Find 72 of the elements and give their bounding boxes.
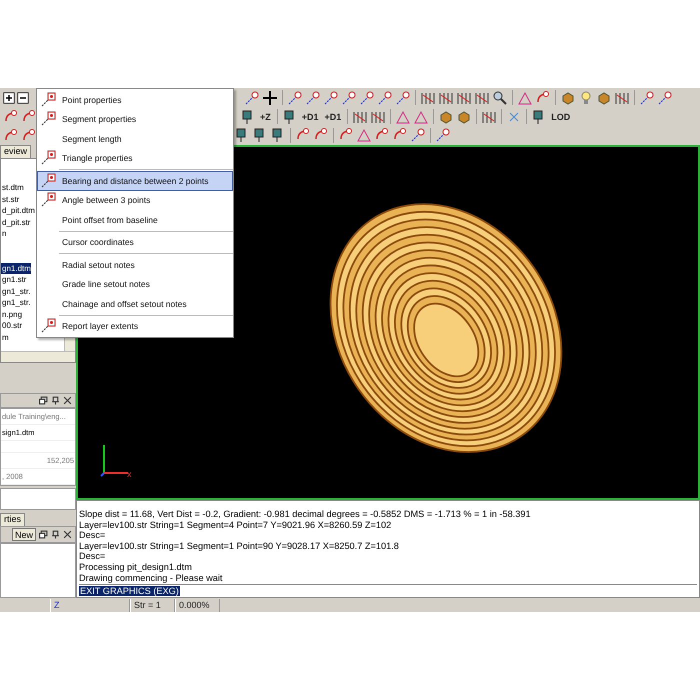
triangle-icon[interactable]: [395, 108, 412, 124]
menu-item[interactable]: Triangle properties: [37, 148, 233, 168]
console-line: Processing pit_design1.dtm: [79, 562, 193, 573]
file-item[interactable]: gn1.str: [1, 274, 26, 286]
file-item[interactable]: d_pit.dtm: [1, 205, 35, 216]
close-icon[interactable]: [63, 396, 72, 405]
line-node-icon[interactable]: [359, 90, 375, 106]
menu-item[interactable]: Radial setout notes: [37, 255, 233, 274]
line-node-icon[interactable]: [377, 90, 393, 106]
file-item[interactable]: d_pit.str: [1, 216, 30, 228]
node-icon: [40, 318, 56, 334]
menu-item[interactable]: Cursor coordinates: [37, 232, 233, 252]
line-node-icon[interactable]: [410, 127, 426, 144]
zoom-in-icon[interactable]: [3, 92, 15, 104]
search-icon[interactable]: [492, 90, 508, 106]
new-button[interactable]: New: [12, 528, 36, 541]
node-icon: [40, 172, 56, 189]
menu-item[interactable]: Chainage and offset setout notes: [37, 294, 233, 314]
toolbar-label[interactable]: LOD: [549, 112, 572, 122]
menu-item[interactable]: Point properties: [37, 90, 233, 110]
line-node-icon[interactable]: [287, 90, 303, 106]
node-icon: [40, 192, 56, 208]
file-item[interactable]: st.dtm: [1, 182, 24, 194]
menu-item[interactable]: Angle between 3 points: [37, 190, 233, 210]
file-item[interactable]: st.str: [1, 194, 20, 205]
menu-item[interactable]: Report layer extents: [37, 316, 233, 336]
restore-icon[interactable]: [39, 396, 48, 405]
menu-item[interactable]: Grade line setout notes: [37, 274, 233, 294]
panel-tab[interactable]: eview: [0, 145, 32, 158]
console-line: Layer=lev100.str String=1 Segment=4 Point=7 Y=9021.96 X=8260.59 Z=102: [79, 520, 392, 530]
line-node-icon[interactable]: [657, 90, 673, 106]
command-field[interactable]: EXIT GRAPHICS (EXG): [79, 584, 697, 597]
line-node-icon[interactable]: [435, 127, 451, 144]
node-icon: [40, 111, 56, 128]
console-line: Desc=: [79, 530, 106, 541]
console-line: Layer=lev100.str String=1 Segment=1 Point=90 Y=9028.17 X=8250.7 Z=101.8: [79, 540, 400, 552]
file-item[interactable]: 00.str: [1, 320, 22, 332]
restore-icon[interactable]: [39, 530, 48, 539]
line-node-icon[interactable]: [341, 90, 357, 106]
axis-triad-icon: [100, 443, 130, 477]
menu-item[interactable]: Point offset from baseline: [37, 210, 233, 230]
file-item[interactable]: gn1.dtm: [1, 262, 31, 274]
menu-item[interactable]: Segment length: [37, 129, 233, 148]
file-item[interactable]: n: [1, 228, 6, 240]
panel-tab[interactable]: rties: [0, 513, 26, 526]
toolbar-label[interactable]: +D1: [322, 112, 344, 122]
axis-label: x: [127, 469, 132, 479]
line-node-icon[interactable]: [305, 90, 321, 106]
console-line: Slope dist = 11.68, Vert Dist = -0.2, Gradient: -0.981 decimal degrees = -0.5852 DMS = -1.713 % = 1 in -58.391: [79, 509, 532, 520]
zoom-out-icon[interactable]: [17, 92, 29, 104]
status-field: Str = 1: [130, 598, 175, 612]
menu-item[interactable]: Bearing and distance between 2 points: [37, 171, 233, 190]
line-node-icon[interactable]: [639, 90, 655, 106]
crosshair-icon[interactable]: [262, 90, 278, 106]
console-line: Drawing commencing - Please wait: [79, 572, 224, 584]
menu-item[interactable]: Segment properties: [37, 110, 233, 129]
file-item[interactable]: n.png: [1, 308, 22, 320]
close-icon[interactable]: [63, 530, 72, 539]
file-item[interactable]: gn1_str.: [1, 286, 30, 297]
node-icon: [40, 92, 56, 108]
file-item[interactable]: gn1_str.: [1, 297, 30, 308]
toolbar-label[interactable]: +D1: [300, 112, 321, 122]
status-field: Z: [50, 598, 130, 612]
line-node-icon[interactable]: [323, 90, 339, 106]
node-icon: [40, 150, 56, 166]
line-node-icon[interactable]: [244, 90, 260, 106]
status-field: 0.000%: [175, 598, 220, 612]
file-item[interactable]: m: [1, 332, 9, 343]
toolbar-label[interactable]: +Z: [258, 112, 273, 122]
console-line: Desc=: [79, 551, 106, 562]
scrollbar[interactable]: [1, 351, 75, 362]
line-node-icon[interactable]: [395, 90, 411, 106]
